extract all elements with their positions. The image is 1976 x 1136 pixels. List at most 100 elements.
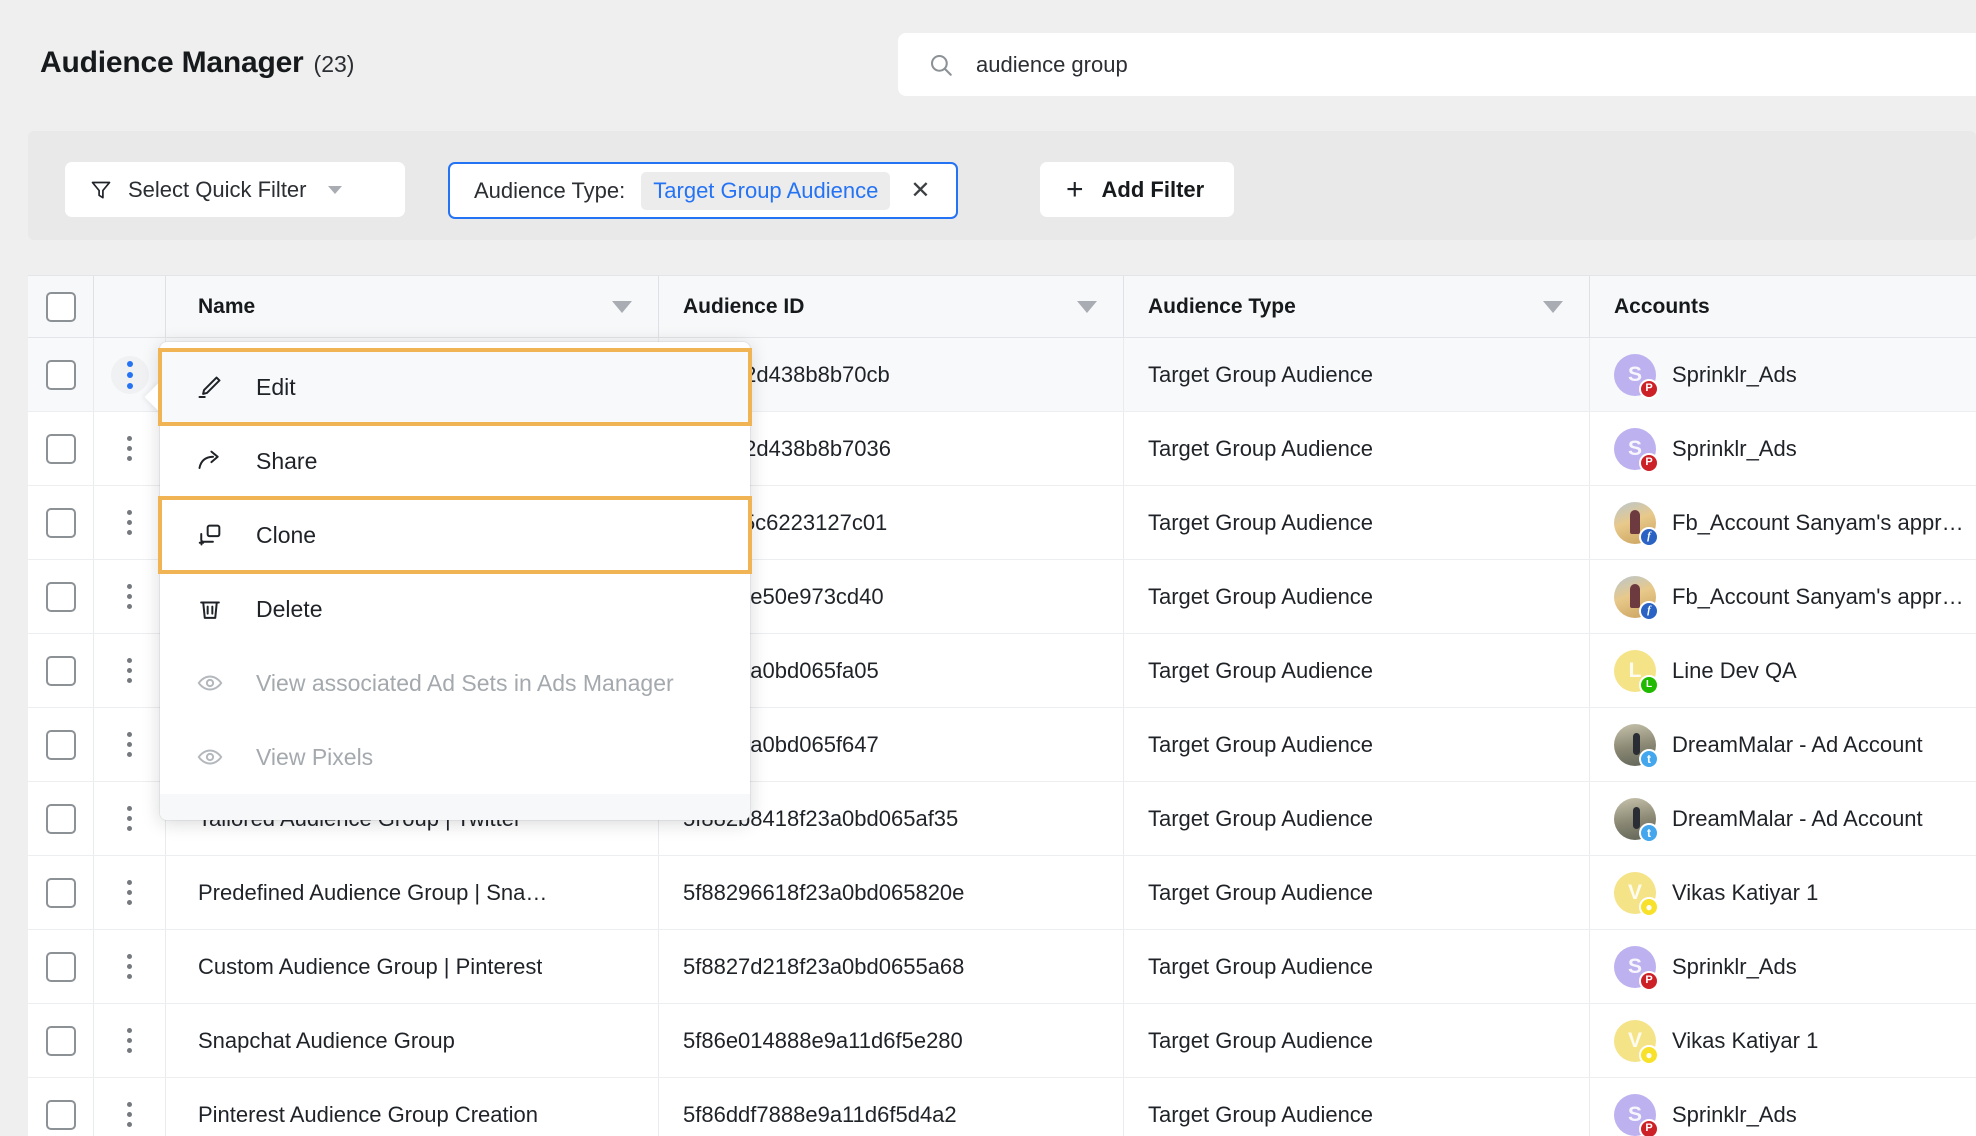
column-header-name[interactable]: Name <box>166 276 659 337</box>
pinterest-badge-icon: P <box>1639 1118 1659 1136</box>
avatar: t <box>1614 723 1659 769</box>
share-icon <box>196 447 224 475</box>
account-name: DreamMalar - Ad Account <box>1672 805 1923 831</box>
row-actions-menu-button[interactable] <box>111 1022 149 1060</box>
table-row[interactable]: Pinterest Audience Group Creation 5f86ddf… <box>28 1078 1976 1136</box>
plus-icon: + <box>1066 172 1084 206</box>
row-checkbox[interactable] <box>45 1099 76 1130</box>
row-actions-menu-button[interactable] <box>111 578 149 616</box>
chevron-down-icon <box>327 185 342 194</box>
close-icon[interactable]: ✕ <box>906 178 934 203</box>
row-actions-menu-button[interactable] <box>111 874 149 912</box>
row-actions-menu-button[interactable] <box>111 430 149 468</box>
table-row[interactable]: Custom Audience Group | Pinterest 5f8827d… <box>28 930 1976 1004</box>
cell-account: f Fb_Account Sanyam's appr… <box>1590 486 1976 559</box>
select-quick-filter-button[interactable]: Select Quick Filter <box>65 162 405 217</box>
row-actions-menu-button[interactable] <box>111 504 149 542</box>
audience-type: Target Group Audience <box>1148 361 1374 387</box>
search-box[interactable] <box>898 33 1976 96</box>
context-menu-item-view-associated-ad-sets-in-ads-manager: View associated Ad Sets in Ads Manager <box>160 646 750 720</box>
cell-name: Pinterest Audience Group Creation <box>166 1078 659 1136</box>
avatar: SP <box>1614 427 1659 473</box>
sort-caret-audience-type-icon[interactable] <box>1543 300 1563 313</box>
avatar: V ● <box>1614 1019 1659 1065</box>
context-menu-item-share[interactable]: Share <box>160 424 750 498</box>
table-row[interactable]: Snapchat Audience Group 5f86e014888e9a11d… <box>28 1004 1976 1078</box>
row-checkbox[interactable] <box>45 877 76 908</box>
cell-name: Predefined Audience Group | Sna… <box>166 856 659 929</box>
context-menu-item-delete[interactable]: Delete <box>160 572 750 646</box>
select-all-checkbox[interactable] <box>45 291 76 322</box>
avatar: V ● <box>1614 871 1659 917</box>
row-actions-cell <box>94 856 166 929</box>
row-select-cell <box>28 486 94 559</box>
row-select-cell <box>28 856 94 929</box>
row-checkbox[interactable] <box>45 655 76 686</box>
context-menu-item-clone[interactable]: Clone <box>158 496 752 574</box>
account-name: Fb_Account Sanyam's appr… <box>1672 583 1964 609</box>
avatar: SP <box>1614 1093 1659 1136</box>
sort-caret-audience-id-icon[interactable] <box>1077 300 1097 313</box>
audience-type: Target Group Audience <box>1148 1027 1374 1053</box>
header-actions-cell <box>94 276 166 337</box>
row-checkbox[interactable] <box>45 803 76 834</box>
audience-name: Predefined Audience Group | Sna… <box>198 879 548 905</box>
cell-audience-type: Target Group Audience <box>1124 634 1590 707</box>
cell-account: S P Sprinklr_Ads <box>1590 930 1976 1003</box>
context-menu-item-label: Edit <box>256 373 296 400</box>
trash-icon <box>196 595 224 623</box>
column-label-audience-type: Audience Type <box>1148 294 1296 318</box>
context-menu-item-label: Share <box>256 447 318 474</box>
eye-icon <box>196 669 224 697</box>
row-select-cell <box>28 930 94 1003</box>
account-name: Fb_Account Sanyam's appr… <box>1672 509 1964 535</box>
add-filter-button[interactable]: + Add Filter <box>1040 162 1235 217</box>
row-actions-menu-button[interactable] <box>110 355 149 394</box>
avatar: t <box>1614 797 1659 843</box>
column-label-audience-id: Audience ID <box>683 294 805 318</box>
row-actions-menu-button[interactable] <box>111 948 149 986</box>
column-header-audience-id[interactable]: Audience ID <box>659 276 1124 337</box>
filter-chip-key: Audience Type: <box>474 177 626 203</box>
column-header-audience-type[interactable]: Audience Type <box>1124 276 1590 337</box>
row-checkbox[interactable] <box>45 1025 76 1056</box>
active-filter-chip[interactable]: Audience Type: Target Group Audience ✕ <box>448 162 959 219</box>
clone-icon <box>196 521 224 549</box>
facebook-badge-icon: f <box>1639 526 1659 547</box>
audience-name: Pinterest Audience Group Creation <box>198 1101 538 1127</box>
context-menu-item-view-pixels: View Pixels <box>160 720 750 794</box>
sort-caret-name-icon[interactable] <box>612 300 632 313</box>
cell-audience-type: Target Group Audience <box>1124 1004 1590 1077</box>
twitter-badge-icon: t <box>1639 748 1659 769</box>
cell-account: S P Sprinklr_Ads <box>1590 1078 1976 1136</box>
row-checkbox[interactable] <box>45 729 76 760</box>
row-actions-menu-button[interactable] <box>111 800 149 838</box>
search-input[interactable] <box>976 51 1776 78</box>
row-actions-menu-button[interactable] <box>111 726 149 764</box>
row-checkbox[interactable] <box>45 433 76 464</box>
row-checkbox[interactable] <box>45 359 76 390</box>
column-label-accounts: Accounts <box>1614 294 1710 318</box>
eye-icon <box>196 743 224 771</box>
row-actions-cell <box>94 634 166 707</box>
row-checkbox[interactable] <box>45 507 76 538</box>
audience-type: Target Group Audience <box>1148 435 1374 461</box>
context-menu-item-edit[interactable]: Edit <box>158 348 752 426</box>
filter-chip-value[interactable]: Target Group Audience <box>641 171 891 210</box>
account-name: Sprinklr_Ads <box>1672 435 1797 461</box>
snapchat-badge-icon: ● <box>1639 896 1659 917</box>
row-select-cell <box>28 338 94 411</box>
column-header-accounts[interactable]: Accounts <box>1590 276 1976 337</box>
row-actions-menu-button[interactable] <box>111 1096 149 1134</box>
row-checkbox[interactable] <box>45 951 76 982</box>
row-actions-menu-button[interactable] <box>111 652 149 690</box>
twitter-badge-icon: t <box>1639 822 1659 843</box>
audience-type: Target Group Audience <box>1148 509 1374 535</box>
row-select-cell <box>28 1004 94 1077</box>
table-row[interactable]: Predefined Audience Group | Sna… 5f882966… <box>28 856 1976 930</box>
page-header: Audience Manager (23) <box>0 0 1976 125</box>
context-menu-item-label: View associated Ad Sets in Ads Manager <box>256 669 674 696</box>
avatar: SP <box>1614 945 1659 991</box>
context-menu-item-label: Delete <box>256 595 323 622</box>
row-checkbox[interactable] <box>45 581 76 612</box>
